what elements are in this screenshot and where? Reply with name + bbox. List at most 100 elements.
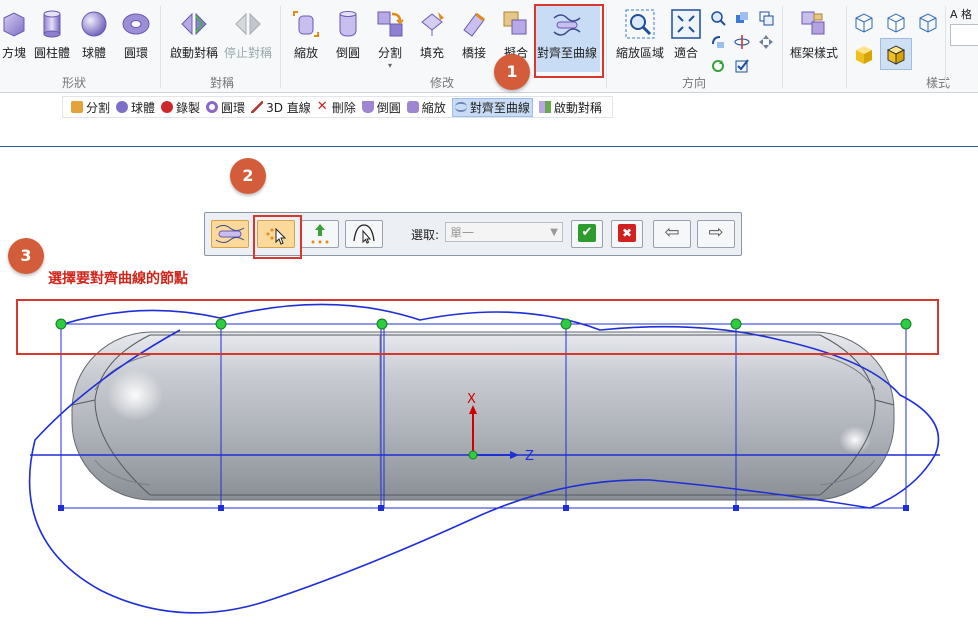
quick-scale[interactable]: 縮放	[406, 99, 446, 116]
rotate-view-icon[interactable]	[710, 34, 726, 50]
group-label-style: 樣式	[925, 76, 950, 90]
refresh-icon[interactable]	[710, 58, 726, 74]
lattice-node[interactable]	[563, 505, 569, 511]
torus-icon	[206, 101, 219, 113]
select-curve-button[interactable]	[345, 220, 383, 248]
select-mode-value: 單一	[450, 226, 475, 240]
text-style-label[interactable]: A 格	[950, 6, 972, 22]
ribbon-torus-label: 圓環	[123, 46, 148, 60]
hidden-line-cube-icon[interactable]	[884, 10, 908, 34]
sphere-icon	[81, 11, 107, 37]
ribbon-separator	[160, 6, 161, 88]
selected-node[interactable]	[560, 318, 572, 330]
ribbon-toolbar: 方塊 圓柱體 球體 圓環 形狀 啟動對稱 停止對稱 對稱 縮放 倒圓 分割 ▾ …	[0, 0, 978, 92]
quick-delete-label: 刪除	[331, 100, 356, 115]
shaded-cube-icon[interactable]	[852, 42, 876, 66]
quick-sphere-label: 球體	[131, 100, 156, 115]
group-label-modify: 修改	[429, 76, 454, 90]
highlight-select-nodes	[253, 215, 302, 259]
quick-torus[interactable]: 圓環	[206, 99, 245, 116]
lattice-node[interactable]	[58, 505, 64, 511]
fit-view-icon	[671, 9, 701, 39]
quick-delete[interactable]: ✕ 刪除	[317, 99, 356, 116]
shaded-edges-cube-button[interactable]	[880, 38, 912, 70]
step-badge-2: 2	[230, 158, 266, 194]
wireframe-cube-icon[interactable]	[852, 10, 876, 34]
align-curve-mode-button[interactable]	[211, 220, 249, 248]
z-axis-label: Z	[525, 449, 534, 464]
enable-symmetry-icon	[181, 12, 207, 36]
align-to-curve-icon	[215, 225, 245, 243]
quick-toolbar: 分割 球體 錄製 圓環 3D 直線 ✕ 刪除 倒圓 縮放 對齊至曲線 啟動對稱	[62, 96, 613, 118]
group-label-shape: 形狀	[61, 76, 86, 90]
sphere-icon	[116, 101, 129, 113]
quick-record[interactable]: 錄製	[161, 99, 200, 116]
ok-button[interactable]: ✔	[571, 220, 603, 248]
delete-icon: ✕	[316, 99, 328, 114]
quick-split[interactable]: 分割	[71, 99, 110, 116]
ribbon-frame-style-button[interactable]: 框架樣式	[786, 4, 842, 72]
next-button[interactable]: ⇨	[697, 220, 735, 248]
quick-torus-label: 圓環	[221, 100, 246, 115]
select-mode-label: 選取:	[411, 228, 440, 242]
lattice-node[interactable]	[733, 505, 739, 511]
group-label-symmetry: 對稱	[209, 76, 234, 90]
quick-record-label: 錄製	[176, 100, 201, 115]
fill-icon	[421, 12, 444, 36]
selected-node[interactable]	[215, 318, 227, 330]
round-icon	[339, 11, 357, 37]
selected-node[interactable]	[900, 318, 912, 330]
window-icon[interactable]	[758, 10, 774, 26]
ribbon-separator	[945, 6, 946, 88]
line-icon	[251, 101, 264, 113]
ribbon-fit-view-button[interactable]: 適合	[658, 4, 714, 72]
instruction-text: 選擇要對齊曲線的節點	[48, 271, 188, 287]
selected-node[interactable]	[730, 318, 742, 330]
split-icon	[377, 11, 404, 37]
pan-icon[interactable]	[758, 34, 774, 50]
ribbon-separator	[782, 6, 783, 88]
ribbon-fit-view-label: 適合	[673, 46, 698, 60]
quick-enable-symmetry-label: 啟動對稱	[553, 100, 602, 115]
checkbox-view-icon[interactable]	[734, 58, 750, 74]
zoom-in-icon[interactable]	[710, 10, 726, 26]
capsule-model[interactable]	[71, 331, 895, 501]
move-nodes-button[interactable]	[301, 220, 339, 248]
ribbon-stop-symmetry-button[interactable]: 停止對稱	[220, 4, 276, 72]
select-mode-dropdown[interactable]: 單一 ▼	[445, 222, 563, 242]
bridge-icon	[463, 12, 485, 37]
ribbon-torus-button[interactable]: 圓環	[108, 4, 164, 72]
lattice-node[interactable]	[218, 505, 224, 511]
orbit-icon[interactable]	[734, 34, 750, 50]
selected-node[interactable]	[55, 318, 67, 330]
quick-align-to-curve-label: 對齊至曲線	[469, 100, 530, 115]
ribbon-enable-symmetry-button[interactable]: 啟動對稱	[166, 4, 222, 72]
fit-icon	[503, 11, 527, 35]
torus-icon	[122, 13, 150, 35]
view-cube-icon[interactable]	[734, 10, 750, 26]
quick-round[interactable]: 倒圓	[361, 99, 401, 116]
lattice-node[interactable]	[903, 505, 909, 511]
quick-sphere[interactable]: 球體	[116, 99, 155, 116]
quick-3d-line-label: 3D 直線	[266, 100, 311, 115]
move-up-icon	[311, 224, 329, 244]
arrow-right-icon: ⇨	[708, 222, 724, 243]
selected-node[interactable]	[376, 318, 388, 330]
align-to-curve-icon	[454, 102, 467, 112]
style-dropdown[interactable]	[950, 24, 978, 46]
quick-enable-symmetry[interactable]: 啟動對稱	[538, 99, 602, 116]
cancel-button[interactable]: ✖	[611, 220, 643, 248]
lattice-node[interactable]	[378, 505, 384, 511]
scale-icon	[293, 11, 319, 37]
quick-3d-line[interactable]: 3D 直線	[251, 99, 311, 116]
previous-button[interactable]: ⇦	[653, 220, 691, 248]
enable-symmetry-icon	[538, 101, 551, 113]
step-badge-1: 1	[494, 54, 530, 90]
curve-select-icon	[353, 224, 375, 244]
outline-cube-icon[interactable]	[916, 10, 940, 34]
quick-align-to-curve[interactable]: 對齊至曲線	[451, 97, 533, 117]
viewport-canvas[interactable]: X Z	[0, 290, 978, 642]
chevron-down-icon: ▼	[550, 227, 558, 238]
group-label-orient: 方向	[681, 76, 706, 90]
capsule-highlight	[107, 369, 163, 421]
